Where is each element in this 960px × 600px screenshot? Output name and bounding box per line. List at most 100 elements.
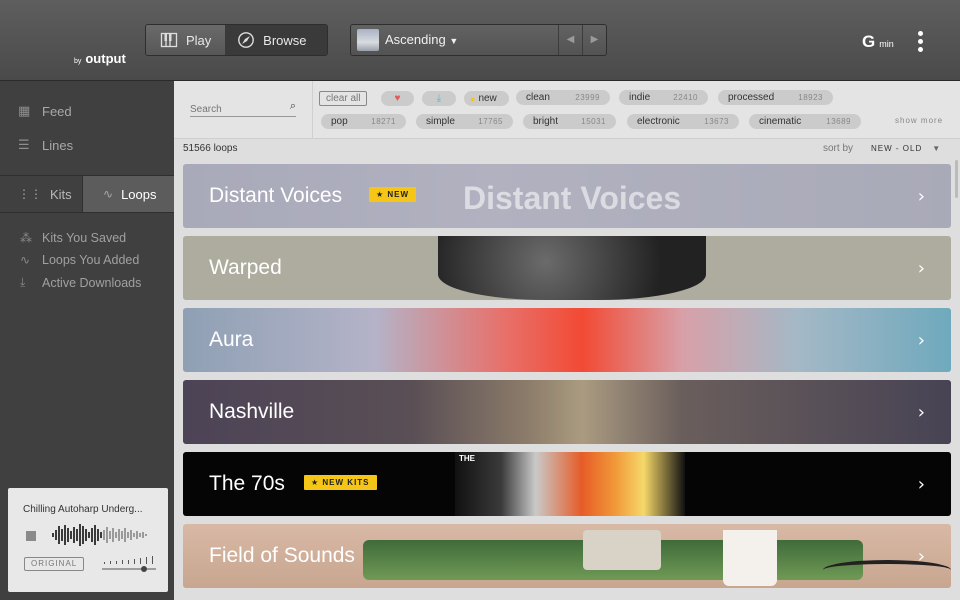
tab-kits[interactable]: ⋮⋮ Kits (0, 176, 83, 212)
preview-player: Chilling Autoharp Underg... ORIGINAL (8, 488, 168, 592)
pack-artwork-cable (823, 560, 951, 580)
kits-loops-tabs: ⋮⋮ Kits ∿ Loops (0, 175, 174, 213)
tag-chip-pop[interactable]: pop 18271 (321, 114, 406, 129)
badge-label: NEW KITS (322, 478, 370, 487)
favorites-filter[interactable]: ♥ (381, 91, 414, 106)
loop-pack-list: Distant Voices Distant Voices ★ NEW › Wa… (183, 164, 951, 596)
mode-toggle: Play Browse (145, 24, 328, 56)
sort-value: NEW - OLD (871, 144, 923, 153)
tag-chip-cinematic[interactable]: cinematic 13689 (749, 114, 861, 129)
pitch-slider[interactable] (100, 554, 158, 574)
chevron-right-icon[interactable]: › (918, 258, 925, 279)
pack-row[interactable]: Warped › (183, 236, 951, 300)
tag-chip-indie[interactable]: indie 22410 (619, 90, 708, 105)
kits-saved-icon: ⁂ (20, 231, 32, 245)
list-scrollbar[interactable] (955, 160, 958, 198)
sidebar-item-active-downloads[interactable]: ⤓ Active Downloads (20, 275, 141, 290)
waveform-icon: ∿ (103, 187, 114, 201)
tag-label: electronic (637, 116, 680, 127)
search-input[interactable] (190, 104, 280, 115)
pack-row[interactable]: THE The 70s ★ NEW KITS › (183, 452, 951, 516)
dropdown-caret-icon: ▼ (932, 144, 942, 153)
tab-loops[interactable]: ∿ Loops (83, 176, 174, 212)
pack-title: The 70s (209, 472, 285, 495)
pack-title: Aura (209, 328, 254, 351)
tag-label: simple (426, 116, 455, 127)
chevron-right-icon[interactable]: › (918, 330, 925, 351)
sidebar-item-label: Feed (42, 103, 72, 119)
sort-dropdown[interactable]: NEW - OLD ▼ (871, 144, 941, 153)
tag-chip-electronic[interactable]: electronic 13673 (627, 114, 739, 129)
previous-preset-button[interactable]: ◀ (558, 25, 582, 55)
download-icon: ⤓ (20, 275, 26, 289)
pack-row[interactable]: Distant Voices Distant Voices ★ NEW › (183, 164, 951, 228)
grid-icon: ⋮⋮ (18, 187, 42, 201)
play-mode-button[interactable]: Play (146, 25, 226, 55)
tag-count: 17765 (478, 117, 503, 126)
pack-artwork: THE (455, 452, 685, 516)
new-kits-badge: ★ NEW KITS (304, 475, 377, 490)
clear-all-button[interactable]: clear all (319, 91, 368, 106)
tag-chip-clean[interactable]: clean 23999 (516, 90, 610, 105)
original-toggle-button[interactable]: ORIGINAL (24, 557, 85, 571)
search-icon[interactable]: ⌕ (290, 100, 296, 113)
keyboard-icon (160, 32, 178, 48)
pack-artwork-text: Distant Voices (463, 180, 682, 216)
badge-label: NEW (387, 190, 410, 199)
tag-chip-bright[interactable]: bright 15031 (523, 114, 616, 129)
sidebar-item-feed[interactable]: ▦ Feed (18, 103, 72, 119)
browser-main: ⌕ clear all ♥ ⤓ ●new clean 23999 indie 224… (174, 81, 960, 600)
user-account[interactable]: Gmin (862, 32, 894, 52)
next-preset-button[interactable]: ▶ (582, 25, 606, 55)
tag-chip-simple[interactable]: simple 17765 (416, 114, 513, 129)
chevron-right-icon[interactable]: › (918, 474, 925, 495)
filter-bar: ⌕ clear all ♥ ⤓ ●new clean 23999 indie 224… (174, 81, 960, 139)
tag-count: 22410 (673, 93, 698, 102)
tag-label: clean (526, 92, 550, 103)
browse-mode-button[interactable]: Browse (225, 25, 327, 55)
chevron-right-icon[interactable]: › (918, 402, 925, 423)
pack-artwork (438, 236, 706, 300)
preset-selector[interactable]: Ascending ▼ ◀ ▶ (350, 24, 607, 56)
pack-artwork-text: THE (459, 454, 475, 463)
tag-count: 18271 (371, 117, 396, 126)
more-menu-icon[interactable] (918, 31, 924, 53)
sidebar-item-label: Loops You Added (42, 253, 140, 267)
downloaded-filter[interactable]: ⤓ (422, 91, 456, 106)
new-filter-label: new (478, 93, 497, 104)
tag-label: indie (629, 92, 651, 103)
play-label: Play (186, 32, 212, 48)
pack-title: Nashville (209, 400, 295, 423)
player-track-title: Chilling Autoharp Underg... (23, 504, 143, 515)
chevron-left-icon: ◀ (566, 34, 575, 45)
preset-name[interactable]: Ascending ▼ (385, 25, 558, 55)
pack-row[interactable]: Nashville › (183, 380, 951, 444)
sidebar-item-label: Kits You Saved (42, 231, 127, 245)
stop-button[interactable] (26, 531, 36, 541)
pack-row[interactable]: Aura › (183, 308, 951, 372)
tag-chip-processed[interactable]: processed 18923 (718, 90, 833, 105)
sidebar-item-label: Lines (42, 137, 74, 153)
sidebar-item-kits-saved[interactable]: ⁂ Kits You Saved (20, 231, 126, 245)
sidebar-item-loops-added[interactable]: ∿ Loops You Added (20, 253, 139, 267)
pack-title: Field of Sounds (209, 544, 355, 567)
search-field[interactable]: ⌕ (190, 99, 296, 117)
chevron-right-icon[interactable]: › (918, 186, 925, 207)
waveform-display[interactable] (52, 524, 150, 546)
pack-row[interactable]: Field of Sounds › (183, 524, 951, 588)
show-more-button[interactable]: show more (895, 116, 943, 125)
sidebar-item-lines[interactable]: ☰ Lines (18, 137, 73, 153)
chevron-right-icon[interactable]: › (918, 546, 925, 567)
compass-icon (238, 32, 255, 48)
filter-divider (312, 81, 313, 139)
sidebar-item-label: Active Downloads (42, 275, 142, 290)
preset-thumbnail (357, 29, 379, 51)
pack-artwork-mug (723, 530, 777, 586)
pack-artwork-box (583, 530, 661, 570)
chevron-right-icon: ▶ (590, 34, 599, 45)
pack-title: Distant Voices (209, 184, 343, 207)
star-icon: ★ (311, 478, 320, 487)
star-icon: ● (470, 93, 476, 104)
new-filter[interactable]: ● new (464, 91, 509, 106)
dropdown-caret-icon: ▼ (449, 36, 459, 46)
